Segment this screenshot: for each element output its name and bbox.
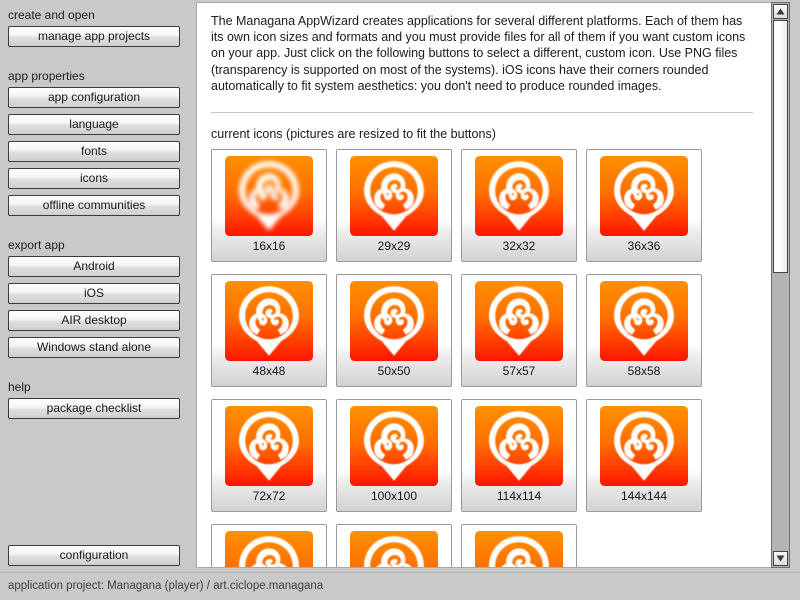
- scroll-up-button[interactable]: [773, 4, 788, 19]
- icon-size-label: 57x57: [502, 364, 536, 379]
- icon-size-button[interactable]: 32x32: [461, 149, 577, 263]
- icon-size-button[interactable]: 50x50: [336, 274, 452, 388]
- icon-size-button[interactable]: 144x144: [586, 399, 702, 513]
- icon-size-label: 16x16: [252, 239, 286, 254]
- current-icons-caption: current icons (pictures are resized to f…: [211, 127, 496, 142]
- icons-button[interactable]: icons: [8, 168, 180, 189]
- app-icon-artwork: [225, 531, 313, 567]
- language-button[interactable]: language: [8, 114, 180, 135]
- main-content-panel: The Managana AppWizard creates applicati…: [196, 2, 782, 568]
- icon-size-button[interactable]: [461, 524, 577, 567]
- icon-size-label: 32x32: [502, 239, 536, 254]
- icon-size-button[interactable]: 16x16: [211, 149, 327, 263]
- sidebar-group-label: help: [8, 380, 31, 394]
- app-icon-artwork: [350, 281, 438, 362]
- app-icon-artwork: [225, 281, 313, 362]
- icon-size-button[interactable]: 57x57: [461, 274, 577, 388]
- icon-size-button[interactable]: 48x48: [211, 274, 327, 388]
- export-android-button[interactable]: Android: [8, 256, 180, 277]
- sidebar-bottom-area: configuration: [0, 545, 196, 572]
- triangle-up-icon: [776, 8, 785, 15]
- main-scroll-content: The Managana AppWizard creates applicati…: [197, 3, 767, 567]
- icon-size-label: 29x29: [377, 239, 411, 254]
- app-icon-artwork: [225, 156, 313, 237]
- package-checklist-button[interactable]: package checklist: [8, 398, 180, 419]
- icon-size-label: 48x48: [252, 364, 286, 379]
- app-configuration-button[interactable]: app configuration: [8, 87, 180, 108]
- app-icon-artwork: [475, 406, 563, 487]
- manage-app-projects-button[interactable]: manage app projects: [8, 26, 180, 47]
- app-icon-artwork: [350, 156, 438, 237]
- status-bar-text: application project: Managana (player) /…: [8, 580, 324, 592]
- fonts-button[interactable]: fonts: [8, 141, 180, 162]
- export-ios-button[interactable]: iOS: [8, 283, 180, 304]
- scroll-down-button[interactable]: [773, 551, 788, 566]
- icon-size-label: 72x72: [252, 489, 286, 504]
- icon-size-button[interactable]: 72x72: [211, 399, 327, 513]
- configuration-button[interactable]: configuration: [8, 545, 180, 566]
- app-icon-artwork: [600, 406, 688, 487]
- app-icon-artwork: [475, 281, 563, 362]
- vertical-scrollbar[interactable]: [771, 2, 790, 568]
- app-icon-artwork: [350, 531, 438, 567]
- app-window: create and open manage app projects app pr…: [0, 0, 800, 600]
- icon-size-button[interactable]: 114x114: [461, 399, 577, 513]
- export-windows-stand-alone-button[interactable]: Windows stand alone: [8, 337, 180, 358]
- offline-communities-button[interactable]: offline communities: [8, 195, 180, 216]
- sidebar-group-label: export app: [8, 238, 65, 252]
- icon-size-label: 36x36: [627, 239, 661, 254]
- app-icon-artwork: [600, 156, 688, 237]
- status-bar: application project: Managana (player) /…: [0, 572, 800, 600]
- icon-size-button[interactable]: 36x36: [586, 149, 702, 263]
- icon-size-label: 50x50: [377, 364, 411, 379]
- app-icon-artwork: [225, 406, 313, 487]
- app-icon-artwork: [475, 156, 563, 237]
- icon-grid: 16x16 29x29 32x32 36x36 48x48 50x50 57x57 58x58…: [211, 149, 731, 567]
- section-divider: [211, 112, 753, 114]
- scrollbar-track[interactable]: [773, 20, 788, 550]
- icon-size-label: 144x144: [620, 489, 668, 504]
- scrollbar-thumb[interactable]: [773, 20, 788, 273]
- sidebar-group-label: app properties: [8, 69, 85, 83]
- icon-size-label: 114x114: [496, 489, 542, 504]
- icon-size-button[interactable]: 29x29: [336, 149, 452, 263]
- icon-size-label: 58x58: [627, 364, 661, 379]
- icon-size-button[interactable]: [211, 524, 327, 567]
- sidebar-group-label: create and open: [8, 8, 95, 22]
- export-air-desktop-button[interactable]: AIR desktop: [8, 310, 180, 331]
- icon-size-label: 100x100: [370, 489, 418, 504]
- intro-paragraph: The Managana AppWizard creates applicati…: [211, 14, 746, 93]
- icon-size-button[interactable]: 100x100: [336, 399, 452, 513]
- icon-size-button[interactable]: 58x58: [586, 274, 702, 388]
- triangle-down-icon: [776, 555, 785, 562]
- app-icon-artwork: [600, 281, 688, 362]
- icon-size-button[interactable]: [336, 524, 452, 567]
- app-icon-artwork: [350, 406, 438, 487]
- app-icon-artwork: [475, 531, 563, 567]
- sidebar: create and open manage app projects app pr…: [0, 0, 196, 572]
